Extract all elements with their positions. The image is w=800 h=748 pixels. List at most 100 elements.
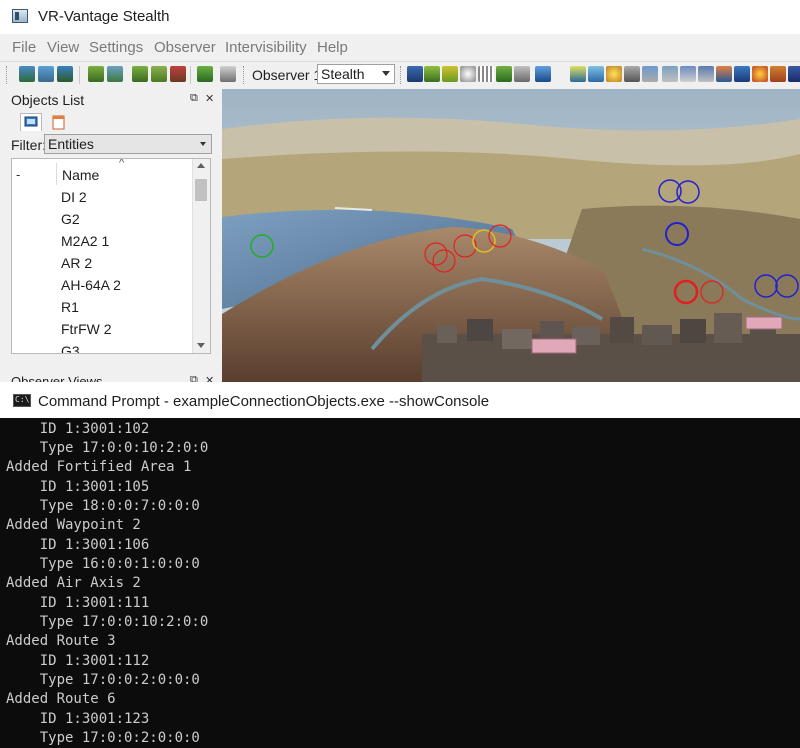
list-item[interactable]: R1	[61, 299, 79, 315]
menu-observer[interactable]: Observer	[154, 39, 216, 56]
title-bar: VR-Vantage Stealth	[0, 0, 800, 34]
grid-icon[interactable]	[478, 66, 494, 82]
console-title-bar: C:\ Command Prompt - exampleConnectionOb…	[0, 382, 800, 418]
console-line: ID 1:3001:106	[6, 537, 150, 553]
console-line: Type 17:0:0:10:2:0:0	[6, 440, 209, 456]
sensor-icon[interactable]	[642, 66, 658, 82]
satellite-icon[interactable]	[535, 66, 551, 82]
console-line: Type 17:0:0:10:2:0:0	[6, 614, 209, 630]
list-item[interactable]: AH-64A 2	[61, 277, 121, 293]
list-item[interactable]: M2A2 1	[61, 233, 109, 249]
objects-list-panel: Objects List ⧉ ✕ Filter: Entities - ^ Na…	[8, 89, 218, 385]
console-line: Added Route 6	[6, 691, 116, 707]
vr-vantage-window: VR-Vantage Stealth File View Settings Ob…	[0, 0, 800, 392]
unit-icon[interactable]	[442, 66, 458, 82]
terrain-icon[interactable]	[57, 66, 73, 82]
objects-list-title: Objects List	[11, 92, 85, 108]
console-line: Type 17:0:0:2:0:0:0	[6, 672, 200, 688]
menu-settings[interactable]: Settings	[89, 39, 143, 56]
help-icon[interactable]	[788, 66, 800, 82]
light-icon[interactable]	[606, 66, 622, 82]
console-line: ID 1:3001:111	[6, 595, 150, 611]
console-line: Type 18:0:0:7:0:0:0	[6, 498, 200, 514]
toolbar-grip-3[interactable]	[400, 66, 404, 84]
chevron-down-icon	[382, 71, 390, 76]
scroll-down-icon[interactable]	[197, 343, 205, 348]
link-icon[interactable]	[698, 66, 714, 82]
tools-icon[interactable]	[662, 66, 678, 82]
ground-vehicle-icon[interactable]	[424, 66, 440, 82]
console-line: ID 1:3001:112	[6, 653, 150, 669]
sort-ascending-icon: ^	[119, 158, 125, 169]
menu-view[interactable]: View	[47, 39, 79, 56]
add-entity-icon[interactable]	[132, 66, 148, 82]
aircraft-icon[interactable]	[407, 66, 423, 82]
list-item[interactable]: DI 2	[61, 189, 87, 205]
scroll-thumb[interactable]	[195, 179, 207, 201]
objects-list: - ^ Name DI 2 G2 M2A2 1 AR 2 AH-64A 2 R1…	[11, 158, 211, 354]
observer-mode-select[interactable]: Stealth	[317, 64, 395, 84]
panel-header: Objects List ⧉ ✕	[8, 89, 218, 111]
attach-icon[interactable]	[197, 66, 213, 82]
chevron-down-icon	[200, 142, 206, 146]
console-window: C:\ Command Prompt - exampleConnectionOb…	[0, 382, 800, 748]
edit-entity-icon[interactable]	[151, 66, 167, 82]
open-scene-icon[interactable]	[19, 66, 35, 82]
observer-mode-value: Stealth	[321, 66, 365, 82]
measure-icon[interactable]	[680, 66, 696, 82]
weather-icon[interactable]	[624, 66, 640, 82]
delete-entity-icon[interactable]	[170, 66, 186, 82]
toolbar-grip[interactable]	[6, 66, 10, 84]
console-line: Added Route 3	[6, 633, 116, 649]
pointer-icon[interactable]	[770, 66, 786, 82]
console-line: Added Air Axis 2	[6, 575, 141, 591]
save-scene-icon[interactable]	[38, 66, 54, 82]
tab-entities[interactable]	[20, 113, 42, 131]
zoom-fit-icon[interactable]	[570, 66, 586, 82]
record-icon[interactable]	[716, 66, 732, 82]
scroll-up-icon[interactable]	[197, 163, 205, 168]
window-title: VR-Vantage Stealth	[38, 8, 170, 25]
console-line: Type 17:0:0:2:0:0:0	[6, 730, 200, 746]
column-name-header[interactable]: Name	[62, 167, 99, 183]
console-line: Added Fortified Area 1	[6, 459, 192, 475]
list-item[interactable]: G2	[61, 211, 80, 227]
terrain-scene	[222, 89, 800, 382]
float-icon[interactable]: ⧉	[190, 92, 198, 105]
user-icon[interactable]	[734, 66, 750, 82]
create-entity-icon[interactable]	[88, 66, 104, 82]
list-scrollbar[interactable]	[192, 159, 210, 353]
tab-folders[interactable]	[48, 113, 70, 131]
list-item[interactable]: G3	[61, 343, 80, 353]
menu-bar: File View Settings Observer Intervisibil…	[0, 36, 800, 60]
close-icon[interactable]: ✕	[205, 92, 214, 105]
console-line: ID 1:3001:123	[6, 711, 150, 727]
filter-value: Entities	[48, 136, 94, 152]
list-item[interactable]: AR 2	[61, 255, 92, 271]
filter-label: Filter:	[11, 137, 46, 153]
column-marker-header[interactable]: -	[16, 167, 20, 182]
console-line: ID 1:3001:105	[6, 479, 150, 495]
console-line: Added Waypoint 2	[6, 517, 141, 533]
create-object-icon[interactable]	[107, 66, 123, 82]
toolbar-grip-2[interactable]	[243, 66, 247, 84]
filter-select[interactable]: Entities	[44, 134, 212, 154]
list-item[interactable]: FtrFW 2	[61, 321, 112, 337]
profile-icon[interactable]	[588, 66, 604, 82]
3d-scene-view[interactable]	[222, 89, 800, 382]
folder-icon	[52, 115, 65, 130]
console-title: Command Prompt - exampleConnectionObject…	[38, 393, 490, 410]
menu-file[interactable]: File	[12, 39, 36, 56]
menu-intervisibility[interactable]: Intervisibility	[225, 39, 307, 56]
terrain-view-icon[interactable]	[496, 66, 512, 82]
menu-help[interactable]: Help	[317, 39, 348, 56]
map-icon[interactable]	[514, 66, 530, 82]
panel-tabs	[8, 111, 218, 133]
command-prompt-icon: C:\	[13, 394, 31, 407]
console-line: Type 16:0:0:1:0:0:0	[6, 556, 200, 572]
camera-icon[interactable]	[220, 66, 236, 82]
observer-label: Observer 1	[252, 67, 322, 83]
effects-icon[interactable]	[752, 66, 768, 82]
select-area-icon[interactable]	[460, 66, 476, 82]
console-line: ID 1:3001:102	[6, 421, 150, 437]
